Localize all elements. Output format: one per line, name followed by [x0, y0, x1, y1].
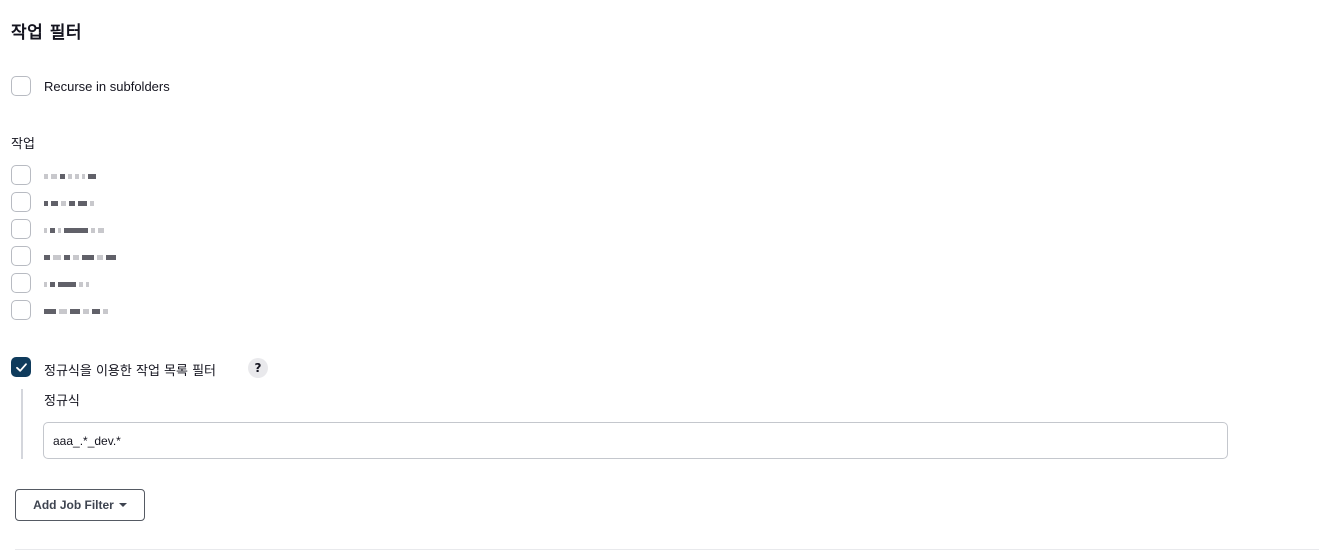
- job-name-redacted: [44, 278, 92, 290]
- job-checkbox[interactable]: [11, 219, 31, 239]
- checkmark-icon: [16, 363, 27, 372]
- jobs-label: 작업: [11, 137, 35, 152]
- caret-down-icon: [118, 503, 127, 507]
- nested-indent-bar: [21, 389, 23, 459]
- job-checkbox[interactable]: [11, 246, 31, 266]
- job-name-redacted: [44, 305, 111, 317]
- regex-filter-label[interactable]: 정규식을 이용한 작업 목록 필터: [44, 360, 216, 379]
- regex-input[interactable]: [43, 422, 1228, 459]
- help-icon[interactable]: ?: [248, 358, 268, 378]
- job-name-redacted: [44, 224, 107, 236]
- recurse-checkbox[interactable]: [11, 76, 31, 96]
- job-name-redacted: [44, 197, 97, 209]
- job-checkbox[interactable]: [11, 273, 31, 293]
- job-name-redacted: [44, 170, 99, 182]
- recurse-label[interactable]: Recurse in subfolders: [44, 79, 170, 94]
- section-title: 작업 필터: [11, 23, 82, 43]
- job-checkbox[interactable]: [11, 165, 31, 185]
- bottom-divider: [15, 549, 1319, 550]
- job-name-redacted: [44, 251, 119, 263]
- regex-field-label: 정규식: [44, 394, 80, 409]
- add-job-filter-label: Add Job Filter: [33, 498, 114, 512]
- job-checkbox[interactable]: [11, 192, 31, 212]
- add-job-filter-button[interactable]: Add Job Filter: [15, 489, 145, 521]
- job-checkbox[interactable]: [11, 300, 31, 320]
- regex-filter-checkbox[interactable]: [11, 357, 31, 377]
